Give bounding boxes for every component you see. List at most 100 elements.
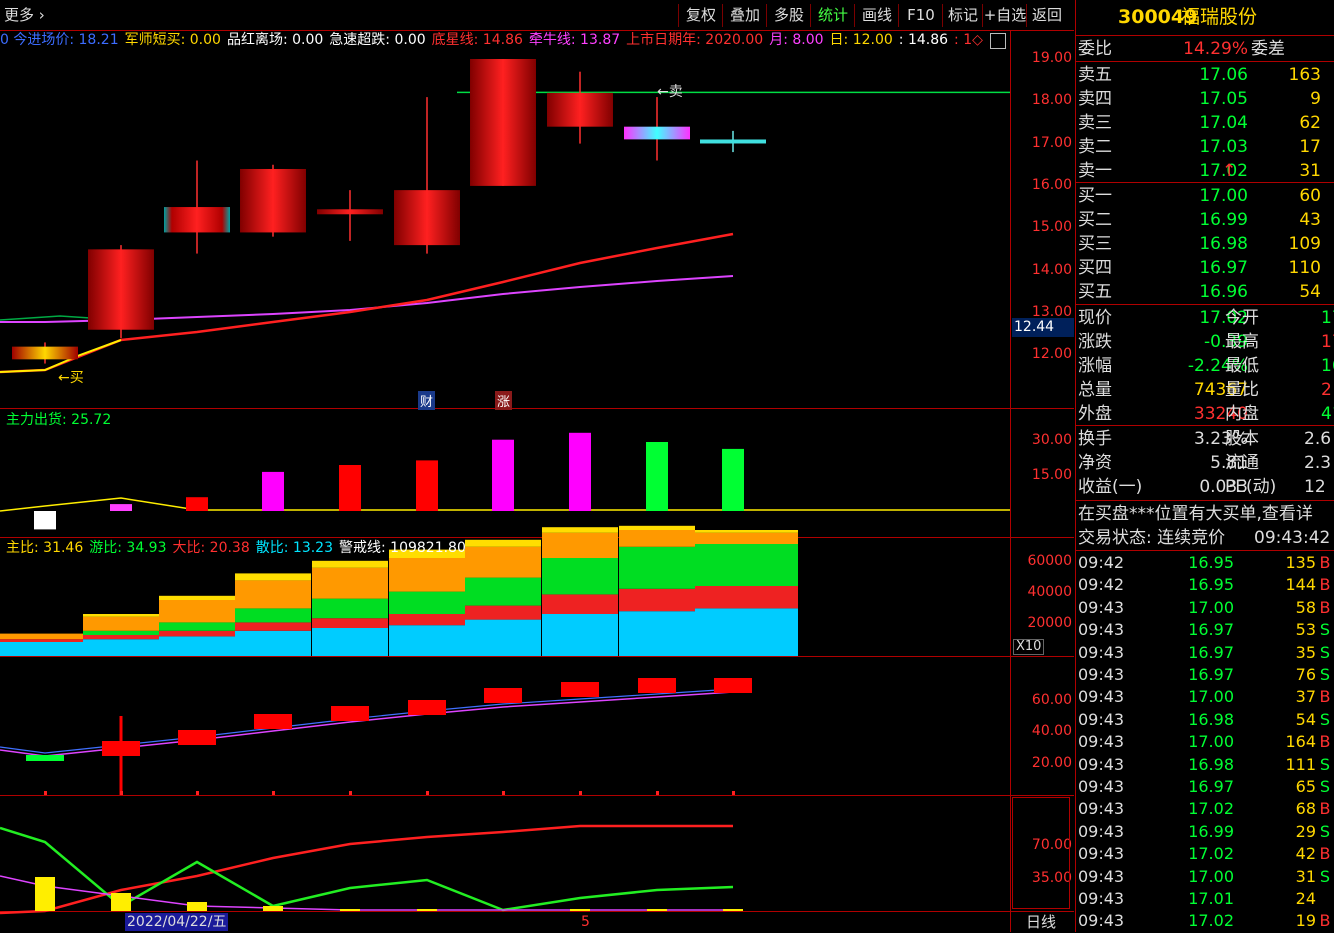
bid-row[interactable]: 买四 16.97 110 (1076, 256, 1334, 280)
ask-row[interactable]: 卖五 17.06 163 (1076, 63, 1334, 87)
scale-label: 12.00 (1031, 346, 1072, 363)
tick-time: 09:43 (1078, 642, 1125, 662)
candle-body[interactable] (240, 168, 306, 233)
stat-row: 现价17.02今开17 (1076, 306, 1334, 330)
divider (1076, 425, 1334, 426)
tick-volume: 68 (1295, 799, 1316, 819)
ratio-segment (83, 614, 159, 617)
stat-value: 41 (1321, 404, 1334, 424)
tick-row: 09:42 16.95 135 B (1076, 552, 1334, 574)
ratio-segment (235, 580, 311, 609)
fundamental-label: 股本 (1225, 429, 1259, 449)
fundamental-value: 12 (1304, 477, 1326, 497)
ratio-legend-item: 游比: 34.93 (89, 540, 167, 556)
ask-volume: 62 (1299, 113, 1321, 133)
candle-body[interactable] (317, 209, 383, 215)
bottom-green-line (0, 826, 734, 912)
bid-label: 买三 (1078, 234, 1112, 254)
force-bar[interactable] (646, 442, 668, 511)
bid-row[interactable]: 买五 16.96 54 (1076, 280, 1334, 304)
force-bar[interactable] (110, 504, 132, 511)
ask-label: 卖五 (1078, 65, 1112, 85)
ratio-segment (542, 558, 618, 595)
bottom-red-line (0, 824, 733, 915)
indicator-block[interactable] (484, 688, 522, 703)
fundamental-value: 2.3 (1304, 453, 1332, 473)
candle-body[interactable] (624, 126, 690, 140)
weicha-label: 委差 (1251, 39, 1285, 59)
ask-volume: 9 (1310, 89, 1321, 109)
force-bar[interactable] (186, 497, 208, 511)
indicator-block[interactable] (408, 700, 446, 715)
tick-price: 17.00 (1188, 597, 1234, 617)
bottom-bar (417, 909, 437, 911)
stat-label: 外盘 (1078, 404, 1112, 424)
tick-price: 16.95 (1188, 575, 1234, 595)
force-bar[interactable] (339, 465, 361, 511)
candle-body[interactable] (164, 207, 230, 233)
indicator-block[interactable] (331, 706, 369, 721)
candle-body[interactable] (470, 59, 536, 186)
bid-volume: 54 (1299, 282, 1321, 302)
rise-badge[interactable]: 涨 (495, 391, 513, 410)
candle-body[interactable] (88, 249, 154, 330)
tick-row: 09:43 17.00 31 S (1076, 866, 1334, 888)
chart-area[interactable]: 更多 › 复权 叠加 多股 统计 画线 F10 标记 +自选 返回 0 今进场价: 18.21 军… (0, 0, 1074, 932)
tick-row: 09:43 17.02 68 B (1076, 798, 1334, 820)
tick-direction: S (1319, 777, 1331, 796)
price-chart-svg[interactable] (0, 0, 1010, 932)
tick-price: 17.00 (1188, 732, 1234, 752)
fundamental-value: 2.6 (1304, 429, 1332, 449)
candle-body[interactable] (394, 190, 460, 246)
tick-time: 09:43 (1078, 911, 1125, 931)
indicator-block[interactable] (254, 714, 292, 729)
tick-direction: B (1319, 799, 1331, 819)
scale-label: 30.00 (1031, 432, 1072, 448)
ask-row[interactable]: 卖二 17.03 17 (1076, 135, 1334, 159)
indicator-block[interactable] (714, 678, 752, 693)
ratio-segment (235, 622, 311, 631)
tick-volume: 65 (1295, 777, 1316, 796)
ratio-legend: 主比: 31.46 游比: 34.93 大比: 20.38 散比: 13.23 警戒线:… (6, 539, 472, 557)
ask-label: 卖一 (1078, 161, 1112, 181)
bid-row[interactable]: 买三 16.98 109 (1076, 232, 1334, 256)
bid-row[interactable]: 买一 17.00 60 (1076, 184, 1334, 208)
stat-value: 2 (1321, 380, 1332, 400)
stock-header: 300049 福瑞股份 (1076, 0, 1334, 35)
force-bar[interactable] (416, 460, 438, 511)
force-bar[interactable] (262, 471, 284, 511)
notice-row[interactable]: 在买盘***位置有大买单,查看详 (1076, 502, 1334, 526)
force-bar[interactable] (492, 439, 514, 511)
ratio-segment (159, 630, 235, 637)
force-bar[interactable] (569, 432, 591, 511)
ratio-segment (619, 546, 695, 589)
tick-row: 09:43 16.98 111 S (1076, 754, 1334, 776)
tick-direction: S (1319, 866, 1331, 886)
candle-body[interactable] (547, 92, 613, 127)
ask-row[interactable]: 卖一 17.02 ↑ 31 (1076, 159, 1334, 183)
indicator-block[interactable] (638, 678, 676, 693)
toolbar-button-8[interactable]: 返回 (1026, 4, 1067, 27)
ask-row[interactable]: 卖四 17.05 9 (1076, 87, 1334, 111)
tick-row: 09:43 17.01 24 (1076, 888, 1334, 910)
indicator-block[interactable] (178, 730, 216, 745)
period-selector[interactable]: 日线 (1026, 913, 1056, 931)
tick-price: 17.02 (1188, 799, 1234, 819)
buy-marker-label: 买 (69, 370, 84, 386)
candle-body[interactable] (12, 346, 78, 360)
ratio-segment (312, 598, 388, 619)
indicator-block[interactable] (561, 682, 599, 697)
indicator-block[interactable] (26, 755, 64, 761)
scale-label: 60.00 (1031, 692, 1072, 708)
divider (1076, 182, 1334, 183)
tick-price: 16.97 (1188, 777, 1234, 796)
ratio-segment (465, 619, 541, 656)
bid-row[interactable]: 买二 16.99 43 (1076, 208, 1334, 232)
ask-row[interactable]: 卖三 17.04 62 (1076, 111, 1334, 135)
force-bar[interactable] (34, 511, 56, 530)
finance-badge[interactable]: 财 (418, 391, 436, 410)
tick-time: 09:43 (1078, 687, 1125, 707)
stat-label: 今开 (1225, 308, 1259, 328)
weibi-row: 委比 14.29% 委差 (1076, 37, 1334, 61)
force-bar[interactable] (722, 448, 744, 511)
